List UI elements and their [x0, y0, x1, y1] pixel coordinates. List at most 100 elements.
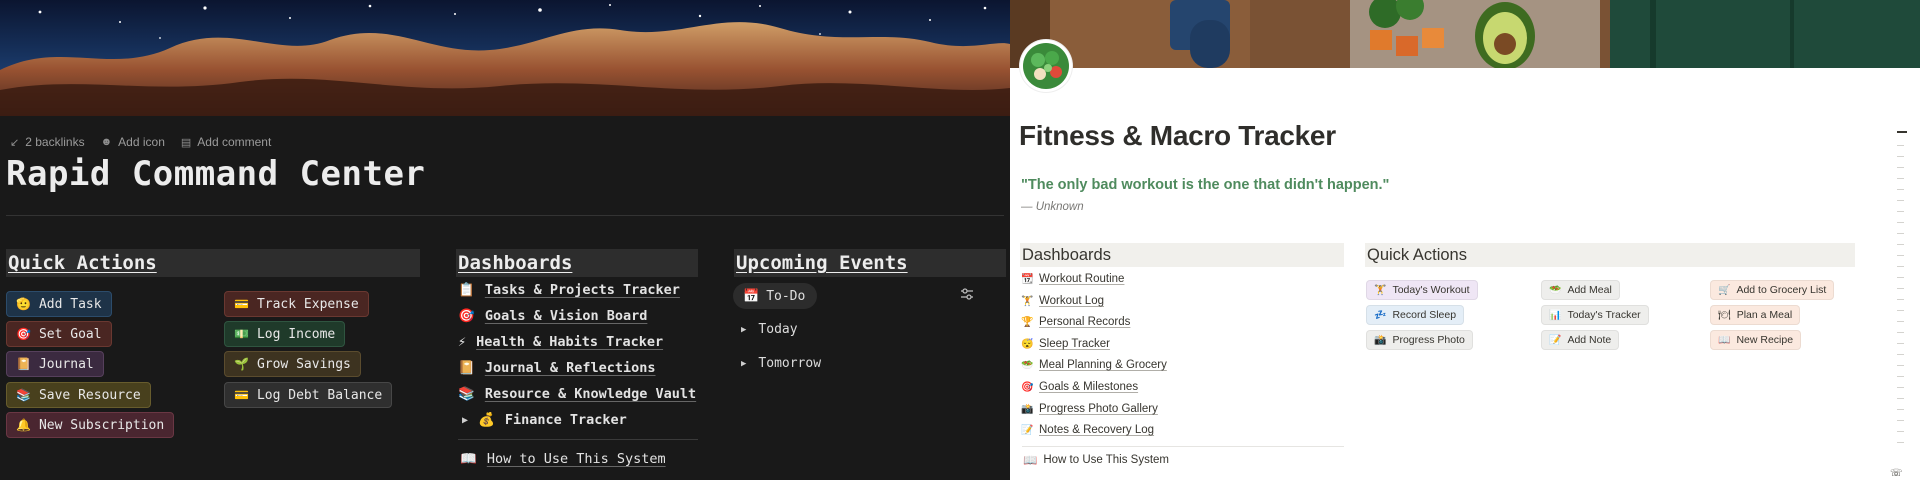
books-icon: 📚: [458, 386, 475, 402]
toggle-triangle-icon[interactable]: ▶: [741, 359, 746, 369]
event-group-today[interactable]: ▶ Today: [741, 322, 798, 337]
cover-image-food[interactable]: [1010, 0, 1920, 68]
todo-view-tab[interactable]: 📅 To-Do: [733, 283, 818, 309]
toc-line[interactable]: [1897, 266, 1904, 267]
dashboards-heading: Dashboards: [1020, 243, 1344, 267]
dashboard-link-tasks[interactable]: 📋 Tasks & Projects Tracker: [458, 280, 680, 300]
set-goal-button[interactable]: 🎯 Set Goal: [6, 321, 112, 347]
shopping-cart-icon: 🛒: [1718, 284, 1731, 296]
target-icon: 🎯: [16, 327, 31, 341]
toc-line[interactable]: [1897, 178, 1904, 179]
notebook-icon: 📔: [16, 357, 31, 371]
toc-line[interactable]: [1897, 222, 1904, 223]
toc-line[interactable]: [1897, 233, 1904, 234]
journal-button[interactable]: 📔 Journal: [6, 351, 104, 377]
todays-tracker-button[interactable]: 📊 Today's Tracker: [1541, 305, 1649, 325]
toc-line[interactable]: [1897, 387, 1904, 388]
toc-line[interactable]: [1897, 277, 1904, 278]
record-sleep-button[interactable]: 💤 Record Sleep: [1366, 305, 1465, 325]
grow-savings-button[interactable]: 🌱 Grow Savings: [224, 351, 361, 377]
toc-line[interactable]: [1897, 310, 1904, 311]
target-icon: 🎯: [1021, 381, 1034, 393]
dashboard-link-meal-planning[interactable]: 🥗 Meal Planning & Grocery: [1021, 356, 1167, 374]
book-icon: 📖: [1023, 455, 1038, 467]
dashboard-link-workout-routine[interactable]: 📆 Workout Routine: [1021, 270, 1124, 288]
toc-line[interactable]: [1897, 354, 1904, 355]
weightlifter-icon: 🏋: [1021, 295, 1034, 307]
add-comment-button[interactable]: ▤ Add comment: [181, 133, 271, 151]
log-income-button[interactable]: 💵 Log Income: [224, 321, 346, 347]
toc-line[interactable]: [1897, 332, 1904, 333]
nebula-illustration: [0, 0, 1010, 116]
quick-actions-heading: Quick Actions: [6, 249, 420, 277]
new-subscription-button[interactable]: 🔔 New Subscription: [6, 412, 175, 438]
add-note-button[interactable]: 📝 Add Note: [1541, 330, 1620, 350]
how-to-use-link[interactable]: 📖 How to Use This System: [460, 449, 666, 469]
how-to-use-link[interactable]: 📖 How to Use This System: [1023, 453, 1169, 467]
plan-a-meal-button[interactable]: 🍽 Plan a Meal: [1710, 305, 1801, 325]
add-to-grocery-list-button[interactable]: 🛒 Add to Grocery List: [1710, 280, 1835, 300]
toc-line[interactable]: [1897, 211, 1904, 212]
bar-chart-icon: 📊: [1549, 309, 1562, 321]
toc-line[interactable]: [1897, 200, 1904, 201]
toc-line[interactable]: [1897, 255, 1904, 256]
books-icon: 📚: [16, 388, 31, 402]
toc-line[interactable]: [1897, 409, 1904, 410]
calendar-icon: 📆: [1021, 273, 1034, 285]
filter-settings-icon[interactable]: [960, 287, 974, 301]
toc-line[interactable]: [1897, 420, 1904, 421]
toc-line[interactable]: [1897, 244, 1904, 245]
dashboard-link-personal-records[interactable]: 🏆 Personal Records: [1021, 313, 1130, 331]
dashboard-link-sleep-tracker[interactable]: 😴 Sleep Tracker: [1021, 335, 1110, 353]
salad-icon: 🥗: [1549, 284, 1562, 296]
dashboard-link-progress-photos[interactable]: 📸 Progress Photo Gallery: [1021, 400, 1158, 418]
trophy-icon: 🏆: [1021, 316, 1034, 328]
dashboard-link-goals[interactable]: 🎯 Goals & Milestones: [1021, 378, 1138, 396]
progress-photo-button[interactable]: 📸 Progress Photo: [1366, 330, 1473, 350]
new-recipe-button[interactable]: 📖 New Recipe: [1710, 330, 1802, 350]
book-icon: 📖: [1718, 334, 1731, 346]
toc-line[interactable]: [1897, 321, 1904, 322]
toc-line[interactable]: [1897, 288, 1904, 289]
toc-line[interactable]: [1897, 167, 1904, 168]
weightlifter-icon: 🏋: [1374, 284, 1387, 296]
left-page: ↙ 2 backlinks ☻ Add icon ▤ Add comment R…: [0, 0, 1010, 480]
page-meta-row: ↙ 2 backlinks ☻ Add icon ▤ Add comment: [10, 133, 271, 151]
cover-image-nebula[interactable]: [0, 0, 1010, 116]
track-expense-button[interactable]: 💳 Track Expense: [224, 291, 369, 317]
dashboard-link-health[interactable]: ⚡ Health & Habits Tracker: [458, 332, 663, 352]
log-debt-balance-button[interactable]: 💳 Log Debt Balance: [224, 382, 393, 408]
toggle-triangle-icon[interactable]: ▶: [741, 325, 746, 335]
toc-line[interactable]: [1897, 442, 1904, 443]
toc-line[interactable]: [1897, 431, 1904, 432]
page-title[interactable]: Rapid Command Center: [6, 154, 425, 194]
toc-line[interactable]: [1897, 145, 1904, 146]
dashboard-link-journal[interactable]: 📔 Journal & Reflections: [458, 358, 656, 378]
finance-tracker-toggle[interactable]: ▶ 💰 Finance Tracker: [462, 410, 627, 430]
dashboard-link-notes[interactable]: 📝 Notes & Recovery Log: [1021, 421, 1154, 439]
dashboard-link-workout-log[interactable]: 🏋 Workout Log: [1021, 292, 1104, 310]
add-icon-button[interactable]: ☻ Add icon: [101, 133, 165, 151]
dashboard-link-resources[interactable]: 📚 Resource & Knowledge Vault: [458, 384, 696, 404]
backlinks-link[interactable]: ↙ 2 backlinks: [10, 133, 85, 151]
page-icon-salad[interactable]: [1020, 40, 1072, 92]
toc-line[interactable]: [1897, 398, 1904, 399]
event-group-tomorrow[interactable]: ▶ Tomorrow: [741, 356, 821, 371]
notebook-icon: 📔: [458, 360, 475, 376]
toc-line[interactable]: [1897, 299, 1904, 300]
add-meal-button[interactable]: 🥗 Add Meal: [1541, 280, 1620, 300]
save-resource-button[interactable]: 📚 Save Resource: [6, 382, 151, 408]
toc-line[interactable]: [1897, 365, 1904, 366]
dashboard-link-goals[interactable]: 🎯 Goals & Vision Board: [458, 306, 647, 326]
todays-workout-button[interactable]: 🏋 Today's Workout: [1366, 280, 1478, 300]
toc-line-active[interactable]: [1897, 131, 1907, 133]
toc-line[interactable]: [1897, 376, 1904, 377]
help-bubble-icon[interactable]: ☏: [1890, 468, 1908, 480]
toc-line[interactable]: [1897, 156, 1904, 157]
toc-line[interactable]: [1897, 343, 1904, 344]
add-task-button[interactable]: 🫡 Add Task: [6, 291, 112, 317]
sleeping-face-icon: 😴: [1021, 338, 1034, 350]
toc-line[interactable]: [1897, 189, 1904, 190]
toggle-triangle-icon[interactable]: ▶: [462, 415, 468, 426]
page-title[interactable]: Fitness & Macro Tracker: [1019, 120, 1336, 152]
